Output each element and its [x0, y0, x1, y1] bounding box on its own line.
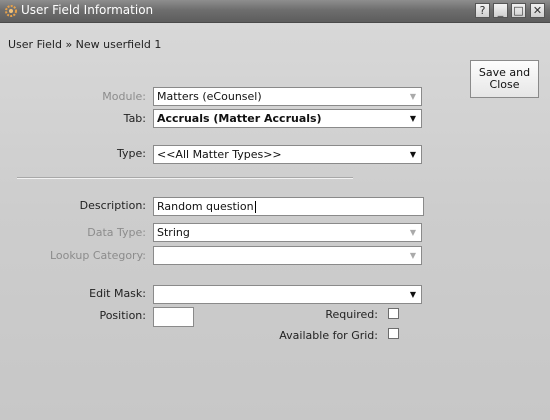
edit-mask-select[interactable]: ▼ — [153, 285, 422, 304]
maximize-icon: □ — [513, 4, 524, 17]
section-divider — [17, 177, 353, 179]
description-label: Description: — [79, 199, 146, 212]
gear-icon — [5, 5, 17, 17]
data-type-label: Data Type: — [87, 226, 146, 239]
position-label: Position: — [99, 309, 146, 322]
type-value: <<All Matter Types>> — [157, 148, 282, 161]
required-label: Required: — [325, 308, 378, 321]
minimize-icon: _ — [497, 4, 504, 17]
lookup-category-select[interactable]: ▼ — [153, 246, 422, 265]
title-bar: User Field Information ? _ □ ✕ — [0, 0, 550, 23]
close-button[interactable]: ✕ — [530, 3, 545, 18]
data-type-value: String — [157, 226, 190, 239]
required-checkbox[interactable] — [388, 308, 399, 319]
tab-label: Tab: — [123, 112, 146, 125]
chevron-down-icon: ▼ — [409, 251, 417, 260]
minimize-button[interactable]: _ — [493, 3, 508, 18]
chevron-down-icon: ▼ — [409, 92, 417, 101]
module-select[interactable]: Matters (eCounsel) ▼ — [153, 87, 422, 106]
data-type-select[interactable]: String ▼ — [153, 223, 422, 242]
maximize-button[interactable]: □ — [511, 3, 526, 18]
window-title: User Field Information — [21, 3, 154, 17]
description-value: Random question — [157, 200, 254, 213]
chevron-down-icon[interactable]: ▼ — [406, 147, 420, 162]
close-icon: ✕ — [532, 4, 543, 17]
save-and-close-button[interactable]: Save and Close — [470, 60, 539, 98]
lookup-category-label: Lookup Category: — [49, 249, 146, 262]
breadcrumb: User Field » New userfield 1 — [8, 38, 162, 51]
edit-mask-label: Edit Mask: — [89, 287, 146, 300]
text-cursor — [254, 201, 256, 213]
type-label: Type: — [117, 147, 146, 160]
help-button[interactable]: ? — [475, 3, 490, 18]
available-for-grid-checkbox[interactable] — [388, 328, 399, 339]
type-select[interactable]: <<All Matter Types>> ▼ — [153, 145, 422, 164]
chevron-down-icon[interactable]: ▼ — [406, 287, 420, 302]
description-input[interactable]: Random question — [153, 197, 424, 216]
module-value: Matters (eCounsel) — [157, 90, 262, 103]
tab-select[interactable]: Accruals (Matter Accruals) ▼ — [153, 109, 422, 128]
chevron-down-icon[interactable]: ▼ — [406, 111, 420, 126]
position-input[interactable] — [153, 307, 194, 327]
available-for-grid-label: Available for Grid: — [279, 329, 378, 342]
chevron-down-icon: ▼ — [409, 228, 417, 237]
tab-value: Accruals (Matter Accruals) — [157, 112, 322, 125]
module-label: Module: — [102, 90, 146, 103]
